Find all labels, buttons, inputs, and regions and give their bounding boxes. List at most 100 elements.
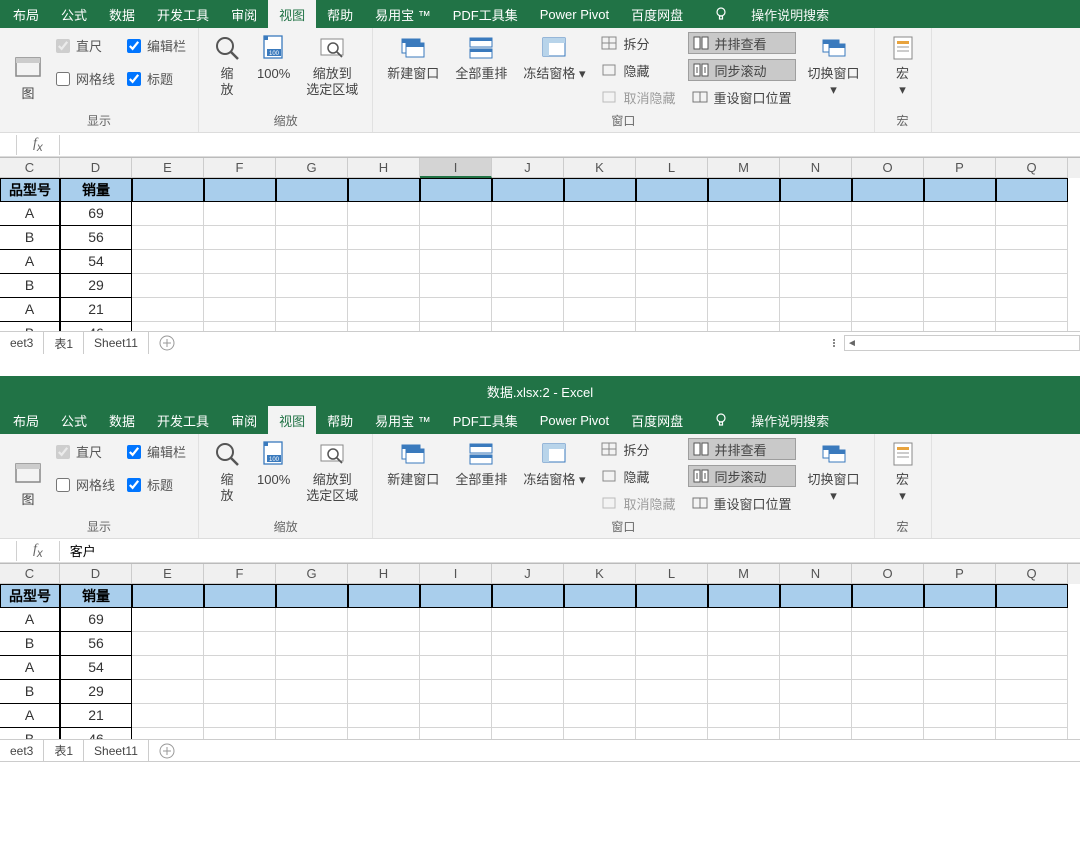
column-header[interactable]: Q <box>996 158 1068 178</box>
workbook-views-icon[interactable]: 图 <box>6 30 50 102</box>
spreadsheet-grid-top[interactable]: CDEFGHIJKLMNOPQ品型号销量A69B56A54B29A21B46 <box>0 157 1080 331</box>
tab-help[interactable]: 帮助 <box>316 406 364 434</box>
chk-gridlines[interactable]: 网格线 <box>56 69 115 88</box>
freeze-panes-button[interactable]: 冻结窗格 ▾ <box>515 30 593 82</box>
tab-help[interactable]: 帮助 <box>316 0 364 28</box>
column-header[interactable]: H <box>348 158 420 178</box>
tab-data[interactable]: 数据 <box>98 406 146 434</box>
formula-input[interactable] <box>62 134 1080 156</box>
tab-view[interactable]: 视图 <box>268 0 316 28</box>
reset-window-position-button[interactable]: 重设窗口位置 <box>688 86 796 108</box>
tab-layout[interactable]: 布局 <box>2 0 50 28</box>
split-button[interactable]: 拆分 <box>597 438 679 460</box>
synchronous-scrolling-button[interactable]: 同步滚动 <box>688 59 796 81</box>
column-header[interactable]: K <box>564 158 636 178</box>
split-button[interactable]: 拆分 <box>597 32 679 54</box>
tab-layout[interactable]: 布局 <box>2 406 50 434</box>
column-header[interactable]: E <box>132 564 204 584</box>
switch-windows-button[interactable]: 切换窗口▾ <box>800 436 868 504</box>
horizontal-scrollbar[interactable]: ◄ <box>844 335 1080 351</box>
tab-powerpivot[interactable]: Power Pivot <box>529 406 620 434</box>
add-sheet-button[interactable] <box>155 334 179 352</box>
reset-window-position-button[interactable]: 重设窗口位置 <box>688 492 796 514</box>
tab-view[interactable]: 视图 <box>268 406 316 434</box>
chk-headings[interactable]: 标题 <box>127 475 186 494</box>
column-header[interactable]: D <box>60 564 132 584</box>
chk-headings[interactable]: 标题 <box>127 69 186 88</box>
column-header[interactable]: L <box>636 564 708 584</box>
column-header[interactable]: G <box>276 564 348 584</box>
sheet-tab[interactable]: Sheet11 <box>84 740 149 762</box>
sheet-tab[interactable]: Sheet11 <box>84 332 149 354</box>
view-side-by-side-button[interactable]: 并排查看 <box>688 32 796 54</box>
column-header[interactable]: D <box>60 158 132 178</box>
zoom-100-button[interactable]: 100 100% <box>249 436 298 488</box>
column-header[interactable]: P <box>924 564 996 584</box>
column-header[interactable]: I <box>420 158 492 178</box>
arrange-all-button[interactable]: 全部重排 <box>447 436 515 488</box>
zoom-button[interactable]: 缩 放 <box>205 30 249 98</box>
column-header[interactable]: N <box>780 158 852 178</box>
column-header[interactable]: I <box>420 564 492 584</box>
zoom-100-button[interactable]: 100 100% <box>249 30 298 82</box>
hide-button[interactable]: 隐藏 <box>597 59 679 81</box>
tab-formula[interactable]: 公式 <box>50 406 98 434</box>
sheet-tab[interactable]: eet3 <box>0 740 44 762</box>
tab-eyb[interactable]: 易用宝 ™ <box>364 0 442 28</box>
chk-ruler[interactable]: 直尺 <box>56 36 115 55</box>
column-header[interactable]: O <box>852 158 924 178</box>
tell-me-search[interactable]: 操作说明搜索 <box>740 406 840 434</box>
synchronous-scrolling-button[interactable]: 同步滚动 <box>688 465 796 487</box>
tab-review[interactable]: 审阅 <box>220 0 268 28</box>
tab-review[interactable]: 审阅 <box>220 406 268 434</box>
formula-input[interactable] <box>62 540 1080 562</box>
column-header[interactable]: M <box>708 158 780 178</box>
tab-pdf[interactable]: PDF工具集 <box>442 0 529 28</box>
zoom-selection-button[interactable]: 缩放到 选定区域 <box>298 30 366 98</box>
fx-icon[interactable]: fx <box>19 542 57 560</box>
switch-windows-button[interactable]: 切换窗口▾ <box>800 30 868 98</box>
new-window-button[interactable]: 新建窗口 <box>379 30 447 82</box>
column-header[interactable]: P <box>924 158 996 178</box>
column-header[interactable]: M <box>708 564 780 584</box>
macros-button[interactable]: 宏▾ <box>881 30 925 98</box>
new-window-button[interactable]: 新建窗口 <box>379 436 447 488</box>
column-header[interactable]: J <box>492 564 564 584</box>
column-header[interactable]: K <box>564 564 636 584</box>
workbook-views-icon[interactable]: 图 <box>6 436 50 508</box>
macros-button[interactable]: 宏▾ <box>881 436 925 504</box>
column-header[interactable]: G <box>276 158 348 178</box>
zoom-button[interactable]: 缩 放 <box>205 436 249 504</box>
tab-pdf[interactable]: PDF工具集 <box>442 406 529 434</box>
tab-eyb[interactable]: 易用宝 ™ <box>364 406 442 434</box>
column-header[interactable]: F <box>204 564 276 584</box>
tab-devtools[interactable]: 开发工具 <box>146 406 220 434</box>
sheet-tab[interactable]: 表1 <box>44 740 84 762</box>
freeze-panes-button[interactable]: 冻结窗格 ▾ <box>515 436 593 488</box>
tab-powerpivot[interactable]: Power Pivot <box>529 0 620 28</box>
fx-icon[interactable]: fx <box>19 136 57 154</box>
hide-button[interactable]: 隐藏 <box>597 465 679 487</box>
column-header[interactable]: E <box>132 158 204 178</box>
tab-formula[interactable]: 公式 <box>50 0 98 28</box>
chk-gridlines[interactable]: 网格线 <box>56 475 115 494</box>
view-side-by-side-button[interactable]: 并排查看 <box>688 438 796 460</box>
column-header[interactable]: L <box>636 158 708 178</box>
column-header[interactable]: C <box>0 564 60 584</box>
sheet-tab[interactable]: 表1 <box>44 332 84 354</box>
tab-baidu[interactable]: 百度网盘 <box>620 406 694 434</box>
column-header[interactable]: F <box>204 158 276 178</box>
column-header[interactable]: C <box>0 158 60 178</box>
column-header[interactable]: N <box>780 564 852 584</box>
chk-formulabar[interactable]: 编辑栏 <box>127 36 186 55</box>
tell-me-search[interactable]: 操作说明搜索 <box>740 0 840 28</box>
column-header[interactable]: O <box>852 564 924 584</box>
tab-devtools[interactable]: 开发工具 <box>146 0 220 28</box>
column-header[interactable]: H <box>348 564 420 584</box>
column-header[interactable]: J <box>492 158 564 178</box>
chk-ruler[interactable]: 直尺 <box>56 442 115 461</box>
split-handle-icon[interactable] <box>824 339 844 347</box>
column-header[interactable]: Q <box>996 564 1068 584</box>
add-sheet-button[interactable] <box>155 742 179 760</box>
tab-baidu[interactable]: 百度网盘 <box>620 0 694 28</box>
